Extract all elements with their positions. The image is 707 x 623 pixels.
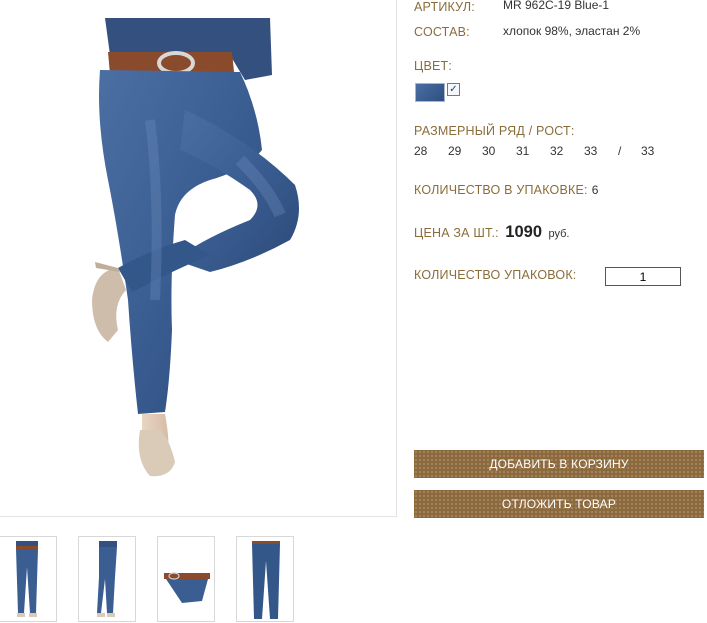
thumbnail-flat-image — [252, 541, 280, 619]
article-value: MR 962C-19 Blue-1 — [503, 0, 610, 12]
composition-label: СОСТАВ: — [414, 25, 470, 39]
article-row: АРТИКУЛ: MR 962C-19 Blue-1 — [414, 0, 609, 16]
size-item: 32 — [550, 144, 564, 158]
thumbnail-detail[interactable] — [157, 536, 215, 622]
article-label: АРТИКУЛ: — [414, 0, 475, 14]
thumbnail-flat[interactable] — [236, 536, 294, 622]
sizes-list: 28 29 30 31 32 33 / 33 — [414, 144, 674, 160]
color-label: ЦВЕТ: — [414, 59, 453, 73]
thumbnail-detail-image — [164, 572, 210, 603]
add-to-cart-button[interactable]: ДОБАВИТЬ В КОРЗИНУ — [414, 450, 704, 478]
color-swatch[interactable] — [415, 83, 445, 102]
price-value: 1090 — [505, 223, 543, 241]
pack-qty-label: КОЛИЧЕСТВО В УПАКОВКЕ: — [414, 183, 588, 197]
jeans-model-image — [92, 18, 299, 477]
size-separator: / — [618, 144, 622, 158]
price-label: ЦЕНА ЗА ШТ.: — [414, 226, 499, 240]
price-row: ЦЕНА ЗА ШТ.: 1090 руб. — [414, 223, 569, 242]
save-item-button[interactable]: ОТЛОЖИТЬ ТОВАР — [414, 490, 704, 518]
color-checkbox[interactable]: ✓ — [447, 83, 460, 96]
pack-qty-row: КОЛИЧЕСТВО В УПАКОВКЕ: 6 — [414, 181, 598, 199]
size-item: 29 — [448, 144, 462, 158]
packs-label: КОЛИЧЕСТВО УПАКОВОК: — [414, 268, 577, 282]
composition-row: СОСТАВ: хлопок 98%, эластан 2% — [414, 23, 640, 41]
size-item: 30 — [482, 144, 496, 158]
size-item: 31 — [516, 144, 530, 158]
pack-qty-value: 6 — [591, 183, 599, 197]
thumbnail-front-image — [16, 541, 38, 617]
product-page: АРТИКУЛ: MR 962C-19 Blue-1 СОСТАВ: хлопо… — [0, 0, 707, 623]
thumbnail-side[interactable] — [78, 536, 136, 622]
price-currency: руб. — [548, 228, 570, 240]
packs-quantity-input[interactable] — [605, 267, 681, 286]
size-item: 33 — [584, 144, 598, 158]
main-product-photo — [0, 0, 397, 517]
thumbnail-side-image — [97, 541, 117, 617]
sizes-label: РАЗМЕРНЫЙ РЯД / РОСТ: — [414, 124, 575, 138]
composition-value: хлопок 98%, эластан 2% — [503, 24, 641, 38]
size-item: 28 — [414, 144, 428, 158]
thumbnail-front[interactable] — [0, 536, 57, 622]
height-item: 33 — [641, 144, 655, 158]
